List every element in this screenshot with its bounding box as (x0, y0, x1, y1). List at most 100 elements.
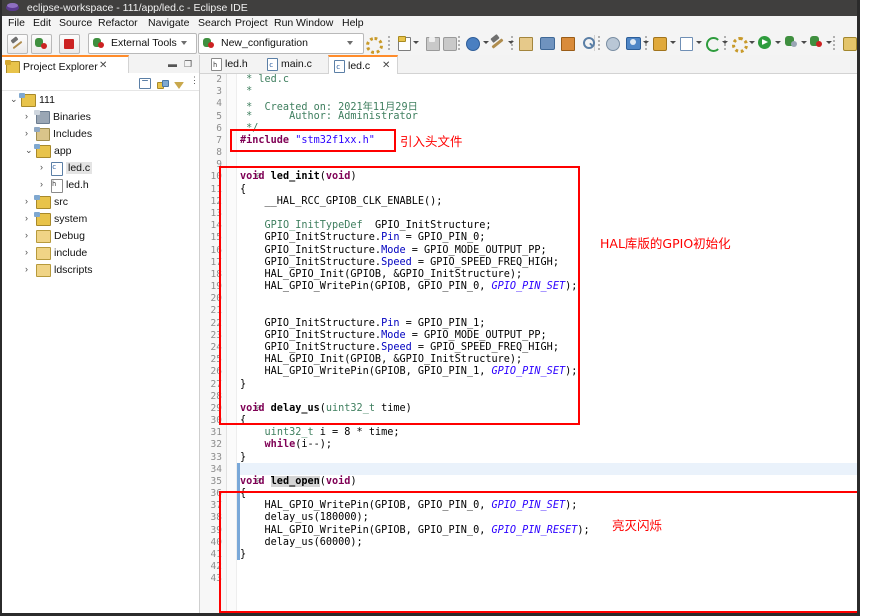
new-c-file-icon[interactable] (680, 37, 693, 51)
toolbar-drag-handle[interactable] (458, 36, 460, 50)
menu-file[interactable]: File (8, 16, 25, 31)
tree-item-Binaries[interactable]: › Binaries (2, 108, 199, 125)
tree-item-label: led.h (66, 179, 89, 191)
chevron-right-icon[interactable]: › (40, 176, 43, 193)
chevron-down-icon[interactable] (670, 41, 676, 44)
close-icon[interactable]: ✕ (99, 60, 107, 71)
window-left-border (0, 0, 2, 616)
launch-config-combo[interactable]: New_configuration (198, 33, 364, 54)
terminate-button[interactable] (59, 34, 80, 54)
refresh-icon[interactable] (706, 37, 721, 52)
chevron-right-icon[interactable]: › (25, 193, 28, 210)
save-all-icon[interactable] (443, 37, 457, 51)
include-highlight-box (230, 129, 396, 152)
tree-item-Includes[interactable]: › Includes (2, 125, 199, 142)
editor-tab-led-c[interactable]: c led.c ✕ (328, 55, 398, 75)
chevron-right-icon[interactable]: › (25, 244, 28, 261)
chevron-down-icon[interactable] (826, 41, 832, 44)
tree-item-Debug[interactable]: › Debug (2, 227, 199, 244)
line-number: 32 (210, 439, 222, 451)
open-type-icon[interactable] (519, 37, 533, 51)
close-icon[interactable]: ✕ (382, 60, 390, 71)
chevron-down-icon[interactable] (181, 41, 187, 45)
tree-item-label: system (54, 213, 88, 225)
code-token: ) (350, 475, 357, 487)
tree-item-led-c[interactable]: › c led.c (2, 159, 199, 176)
gear-icon[interactable] (366, 37, 383, 54)
tree-item-led-h[interactable]: › h led.h (2, 176, 199, 193)
includes-icon-badge (34, 127, 40, 132)
menu-navigate[interactable]: Navigate (148, 16, 189, 31)
line-number: 35 (210, 475, 222, 487)
blocks-icon[interactable] (561, 37, 575, 51)
chevron-down-icon[interactable] (413, 41, 419, 44)
tree-item-system[interactable]: › system (2, 210, 199, 227)
toolbar-drag-handle[interactable] (598, 36, 600, 50)
build-globe-icon[interactable] (466, 37, 480, 51)
gear-icon[interactable] (732, 37, 748, 53)
console-icon[interactable] (540, 37, 555, 50)
line-number: 3 (216, 86, 222, 98)
project-explorer-view: Project Explorer ✕ ▬ ❐ ⋮ ⌄ 111 › Binaries › I… (2, 55, 200, 613)
chevron-down-icon[interactable] (801, 41, 807, 44)
new-cpp-icon[interactable] (653, 37, 667, 51)
tree-item-src[interactable]: › src (2, 193, 199, 210)
menu-source[interactable]: Source (59, 16, 92, 31)
build-hammer-button[interactable] (7, 34, 28, 54)
menu-help[interactable]: Help (342, 16, 364, 31)
c-file-icon-letter: c (336, 63, 341, 71)
tree-item-include[interactable]: › include (2, 244, 199, 261)
toolbar-drag-handle[interactable] (833, 36, 835, 50)
chevron-right-icon[interactable]: › (40, 159, 43, 176)
editor-tab-led-h[interactable]: h led.h (206, 55, 258, 73)
debug-dot-icon (791, 41, 797, 47)
menu-run[interactable]: Run (274, 16, 293, 31)
chevron-down-icon[interactable] (749, 41, 755, 44)
toolbar-drag-handle[interactable] (388, 36, 390, 50)
tree-item-app[interactable]: ⌄ app (2, 142, 199, 159)
chevron-down-icon[interactable] (347, 41, 353, 45)
folder-icon (36, 230, 51, 243)
blink-annotation: 亮灭闪烁 (612, 518, 663, 533)
tree-item-ldscripts[interactable]: › ldscripts (2, 261, 199, 278)
chevron-down-icon[interactable] (508, 41, 514, 44)
menu-window[interactable]: Window (296, 16, 333, 31)
srcfolder-icon-badge (34, 195, 40, 200)
chevron-right-icon[interactable]: › (25, 125, 28, 142)
line-number: 33 (210, 451, 222, 463)
chevron-right-icon[interactable]: › (25, 108, 28, 125)
editor-tab-main-c[interactable]: c main.c (262, 55, 322, 73)
chevron-down-icon[interactable] (775, 41, 781, 44)
chevron-down-icon[interactable] (722, 41, 728, 44)
chevron-right-icon[interactable]: › (25, 261, 28, 278)
external-tools-combo[interactable]: External Tools (88, 33, 197, 54)
code-token: * Author: Administrator (240, 110, 418, 122)
view-menu-icon[interactable]: ⋮ (190, 75, 199, 85)
new-file-corner-icon (398, 36, 406, 42)
chevron-down-icon[interactable]: ⌄ (10, 91, 18, 108)
menu-refactor[interactable]: Refactor (98, 16, 138, 31)
maximize-icon[interactable]: ❐ (184, 59, 192, 70)
chevron-down-icon[interactable] (643, 41, 649, 44)
minimize-icon[interactable]: ▬ (168, 59, 177, 69)
line-number: 6 (216, 122, 222, 134)
chevron-down-icon[interactable]: ⌄ (25, 142, 33, 159)
perspective-icon[interactable] (843, 37, 857, 51)
chevron-right-icon[interactable]: › (25, 227, 28, 244)
menu-project[interactable]: Project (235, 16, 268, 31)
coverage-dot-icon (816, 41, 822, 47)
chevron-right-icon[interactable]: › (25, 210, 28, 227)
menu-edit[interactable]: Edit (33, 16, 51, 31)
code-line: void led_open(void) (240, 475, 357, 487)
chevron-down-icon[interactable] (483, 41, 489, 44)
tree-item-111[interactable]: ⌄ 111 (2, 91, 199, 108)
menu-search[interactable]: Search (198, 16, 231, 31)
include-annotation: 引入头文件 (400, 134, 463, 149)
tree-item-label: led.c (66, 162, 93, 174)
chevron-down-icon[interactable] (696, 41, 702, 44)
tab-project-explorer[interactable]: Project Explorer ✕ (2, 55, 129, 75)
debug-button[interactable] (31, 34, 52, 54)
skip-breakpoints-icon[interactable] (606, 37, 620, 51)
editor-tab-label: led.h (225, 58, 248, 70)
tree-item-label: Debug (54, 230, 85, 242)
